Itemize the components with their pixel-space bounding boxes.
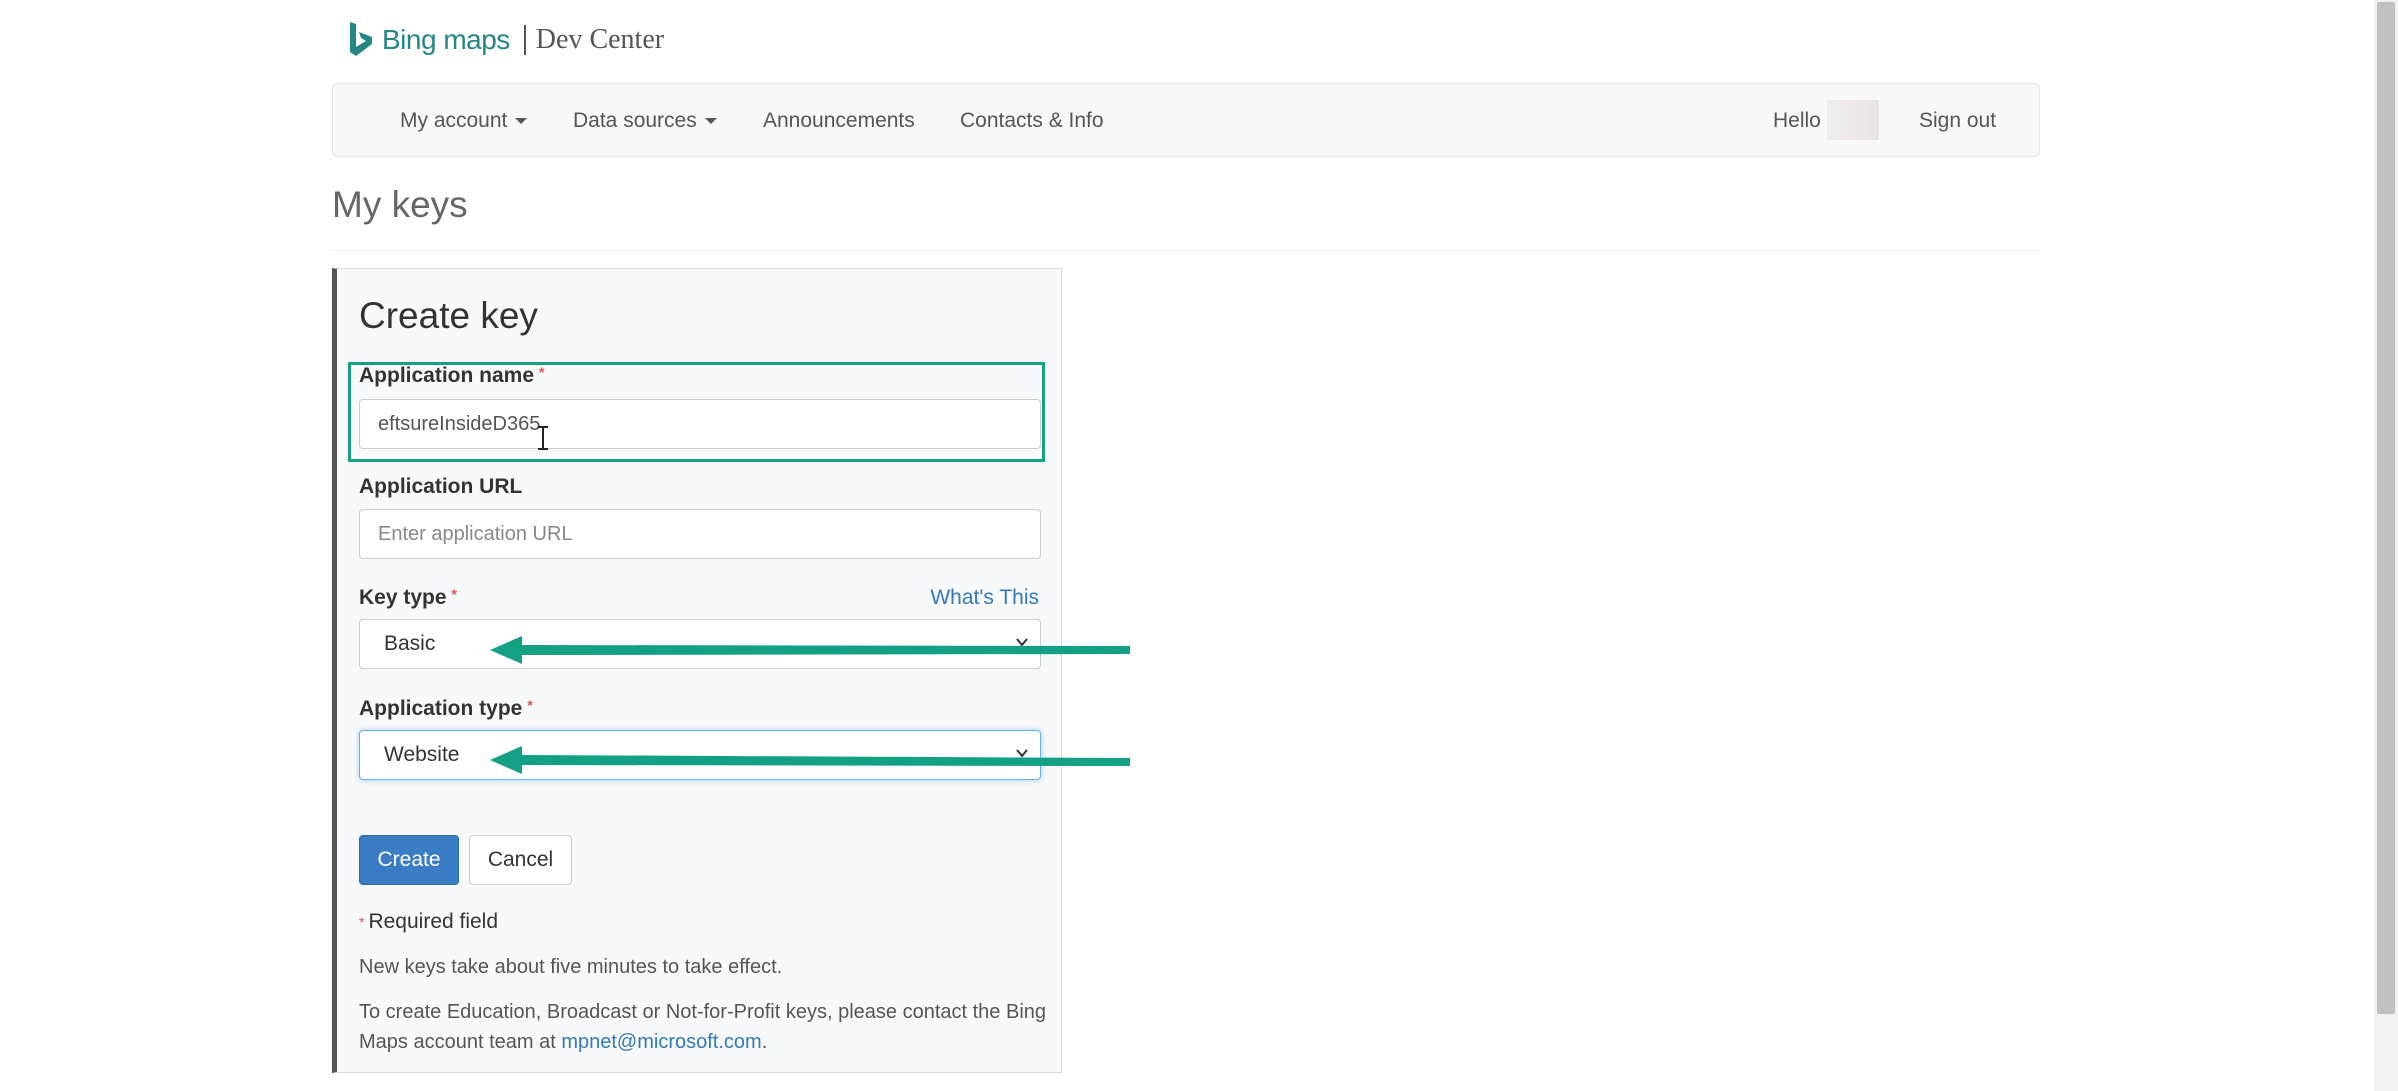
brand-dev-center: Dev Center [535, 24, 665, 55]
nav-data-sources[interactable]: Data sources [573, 84, 717, 158]
page: Bing maps Dev Center My account Data sou… [0, 0, 2398, 1091]
caret-down-icon [704, 118, 717, 125]
brand-header[interactable]: Bing maps Dev Center [346, 18, 664, 62]
key-type-value: Basic [384, 632, 436, 655]
caret-down-icon [515, 118, 528, 125]
whats-this-link[interactable]: What's This [930, 586, 1039, 610]
text-cursor-icon [538, 426, 548, 450]
title-divider [332, 250, 2040, 251]
app-type-label: Application type * [359, 697, 533, 721]
user-avatar [1827, 100, 1879, 140]
note-special-keys: To create Education, Broadcast or Not-fo… [359, 997, 1049, 1057]
required-field-note: * Required field [359, 907, 498, 937]
note-period: . [761, 1031, 768, 1053]
annotation-arrow-icon [490, 746, 1130, 774]
page-title: My keys [332, 184, 468, 225]
app-type-label-text: Application type [359, 697, 523, 720]
nav-my-account-label: My account [400, 109, 508, 132]
brand-bing-maps: Bing maps [382, 24, 510, 55]
scrollbar-thumb[interactable] [2377, 2, 2395, 1014]
app-url-input[interactable] [359, 509, 1041, 559]
app-url-label: Application URL [359, 475, 523, 498]
create-button[interactable]: Create [359, 835, 459, 885]
vertical-scrollbar[interactable] [2374, 0, 2398, 1091]
app-type-value: Website [384, 743, 460, 766]
note-effect-time: New keys take about five minutes to take… [359, 956, 783, 978]
key-type-label-text: Key type [359, 586, 447, 609]
email-link[interactable]: mpnet@microsoft.com [561, 1031, 761, 1053]
hello-greeting: Hello [1773, 109, 1821, 132]
create-key-heading: Create key [359, 295, 538, 336]
sign-out-link[interactable]: Sign out [1919, 84, 1996, 158]
brand-separator [523, 25, 526, 55]
required-asterisk: * [527, 697, 533, 713]
nav-data-sources-label: Data sources [573, 109, 697, 132]
cancel-button[interactable]: Cancel [469, 835, 572, 885]
bing-logo-icon [350, 22, 372, 56]
required-asterisk: * [359, 914, 365, 930]
required-field-text: Required field [368, 910, 499, 933]
required-asterisk: * [451, 586, 457, 602]
top-navbar: My account Data sources Announcements Co… [332, 83, 2040, 157]
nav-contacts-info[interactable]: Contacts & Info [960, 84, 1104, 158]
annotation-arrow-icon [490, 636, 1130, 664]
annotation-highlight-box [348, 362, 1045, 462]
nav-my-account[interactable]: My account [400, 84, 528, 158]
key-type-label: Key type * [359, 586, 457, 610]
nav-announcements[interactable]: Announcements [763, 84, 915, 158]
